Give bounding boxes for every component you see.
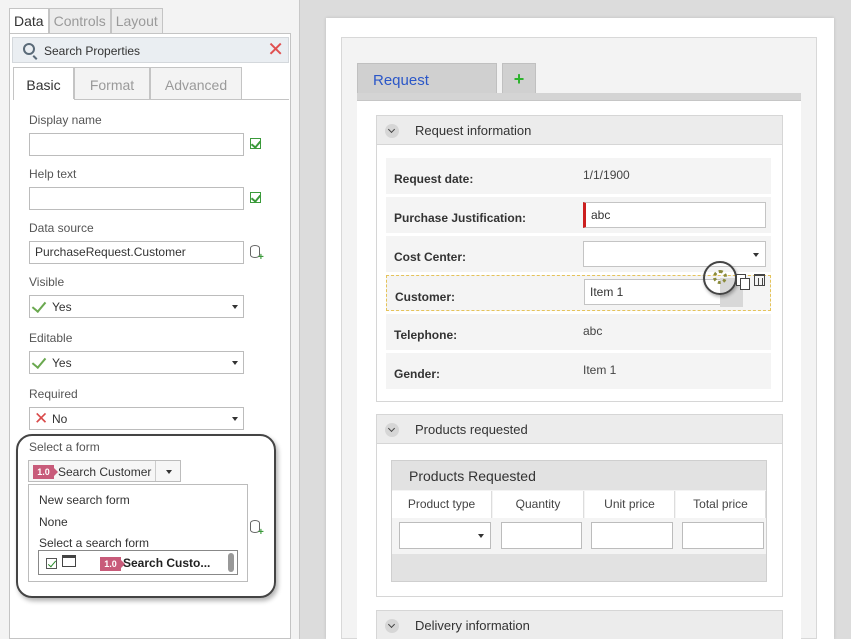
search-form-select[interactable]: 1.0 Search Customer xyxy=(28,460,181,482)
field-label: Purchase Justification: xyxy=(394,211,527,225)
chevron-down-icon xyxy=(478,534,484,538)
row-gender: Gender: Item 1 xyxy=(386,353,771,389)
search-form-dropdown: New search form None Select a search for… xyxy=(28,484,248,582)
required-label: Required xyxy=(29,387,78,401)
add-data-source-icon[interactable]: + xyxy=(250,245,264,263)
dropdown-item-none[interactable]: None xyxy=(39,515,68,529)
section-header[interactable]: Request information xyxy=(377,116,782,145)
grid-footer xyxy=(392,554,766,581)
total-price-input[interactable] xyxy=(682,522,764,549)
tab-request[interactable]: Request xyxy=(357,63,497,94)
tab-data[interactable]: Data xyxy=(9,8,49,33)
tab-layout[interactable]: Layout xyxy=(110,8,163,33)
copy-icon[interactable] xyxy=(736,274,750,290)
row-telephone: Telephone: abc xyxy=(386,314,771,350)
gear-icon[interactable] xyxy=(713,270,727,284)
chevron-down-icon[interactable] xyxy=(166,470,172,474)
tab-basic[interactable]: Basic xyxy=(13,67,74,100)
version-badge: 1.0 xyxy=(100,557,125,571)
chevron-down-icon xyxy=(753,253,759,257)
grid-title: Products Requested xyxy=(392,461,766,490)
section-header[interactable]: Delivery information xyxy=(377,611,782,639)
check-icon xyxy=(31,353,47,370)
panel-top-tabs: Data Controls Layout xyxy=(9,8,163,33)
products-grid: Products Requested Product type Quantity… xyxy=(391,460,767,582)
cross-icon: ✕ xyxy=(34,409,49,428)
section-header[interactable]: Products requested xyxy=(377,415,782,444)
data-source-label: Data source xyxy=(29,221,94,235)
search-form-value: Search Customer xyxy=(58,465,152,479)
search-properties-bar[interactable]: Search Properties ✕ xyxy=(12,37,289,63)
visible-select[interactable]: Yes xyxy=(29,295,244,318)
add-tab-button[interactable]: + xyxy=(502,63,536,94)
section-title: Products requested xyxy=(415,422,528,437)
row-purchase-justification: Purchase Justification: abc xyxy=(386,197,771,233)
editable-select[interactable]: Yes xyxy=(29,351,244,374)
help-text-label: Help text xyxy=(29,167,77,181)
purchase-justification-input[interactable]: abc xyxy=(583,202,766,228)
editable-value: Yes xyxy=(52,356,72,370)
form-icon xyxy=(62,555,76,567)
checkbox-icon[interactable] xyxy=(46,558,57,569)
column-unit-price: Unit price xyxy=(585,491,675,518)
tab-controls[interactable]: Controls xyxy=(48,8,111,33)
search-form-list[interactable]: 1.0 Search Custo... xyxy=(38,550,238,575)
chevron-down-icon xyxy=(232,417,238,421)
version-badge: 1.0 xyxy=(33,465,58,479)
unit-price-input[interactable] xyxy=(591,522,673,549)
required-value: No xyxy=(52,412,68,426)
tab-advanced[interactable]: Advanced xyxy=(150,67,242,100)
row-request-date: Request date: 1/1/1900 xyxy=(386,158,771,194)
field-label: Cost Center: xyxy=(394,250,467,264)
section-delivery-information: Delivery information xyxy=(376,610,783,639)
search-input[interactable]: Search Properties xyxy=(44,44,140,58)
search-form-list-item[interactable]: Search Custo... xyxy=(123,556,210,570)
search-icon xyxy=(23,43,35,55)
chevron-down-icon[interactable] xyxy=(385,124,399,138)
gender-value: Item 1 xyxy=(583,363,617,377)
scrollbar[interactable] xyxy=(228,553,234,572)
field-label: Gender: xyxy=(394,367,441,381)
field-label: Telephone: xyxy=(394,328,458,342)
field-label: Request date: xyxy=(394,172,474,186)
tab-divider xyxy=(357,93,801,101)
properties-panel: Data Controls Layout Search Properties ✕… xyxy=(0,0,300,639)
field-label: Customer: xyxy=(395,290,456,304)
tab-format[interactable]: Format xyxy=(74,67,150,100)
section-title: Delivery information xyxy=(415,618,530,633)
dropdown-group-label: Select a search form xyxy=(39,536,150,550)
display-name-label: Display name xyxy=(29,113,102,127)
property-subtabs: Basic Format Advanced xyxy=(13,67,242,100)
quantity-input[interactable] xyxy=(501,522,582,549)
column-product-type: Product type xyxy=(392,491,492,518)
product-type-select[interactable] xyxy=(399,522,491,549)
chevron-down-icon xyxy=(232,361,238,365)
required-select[interactable]: ✕ No xyxy=(29,407,244,430)
chevron-down-icon xyxy=(232,305,238,309)
section-title: Request information xyxy=(415,123,532,138)
telephone-value: abc xyxy=(583,324,603,338)
request-date-value: 1/1/1900 xyxy=(583,168,630,182)
close-icon[interactable]: ✕ xyxy=(267,38,284,62)
column-total-price: Total price xyxy=(676,491,766,518)
data-source-field[interactable]: PurchaseRequest.Customer xyxy=(29,241,244,264)
checkbox-icon[interactable] xyxy=(250,138,261,149)
editable-label: Editable xyxy=(29,331,73,345)
column-quantity: Quantity xyxy=(493,491,584,518)
trash-icon[interactable] xyxy=(754,274,765,286)
dropdown-item-new-search-form[interactable]: New search form xyxy=(39,493,130,507)
chevron-down-icon[interactable] xyxy=(385,619,399,633)
check-icon xyxy=(31,297,47,314)
help-text-field[interactable] xyxy=(29,187,244,210)
control-toolbar xyxy=(703,261,771,309)
visible-label: Visible xyxy=(29,275,65,289)
visible-value: Yes xyxy=(52,300,72,314)
checkbox-icon[interactable] xyxy=(250,192,261,203)
chevron-down-icon[interactable] xyxy=(385,423,399,437)
display-name-field[interactable] xyxy=(29,133,244,156)
